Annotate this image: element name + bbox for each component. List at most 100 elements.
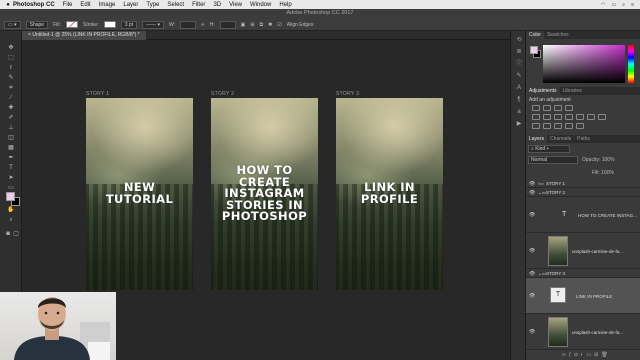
- link-layers-icon[interactable]: ∞: [562, 352, 569, 358]
- height-field[interactable]: [219, 20, 236, 29]
- posterize-icon[interactable]: [543, 123, 551, 129]
- menu-layer[interactable]: Layer: [123, 2, 138, 8]
- trash-icon[interactable]: 🗑: [601, 352, 610, 358]
- hue-slider[interactable]: [628, 45, 634, 83]
- fill-value[interactable]: 100%: [601, 170, 614, 176]
- color-picker-field[interactable]: [543, 45, 625, 83]
- path-align-icon[interactable]: ⊞: [250, 22, 254, 28]
- stroke-swatch[interactable]: [103, 21, 116, 28]
- path-ops-icon[interactable]: ▣: [241, 22, 246, 28]
- brightness-contrast-icon[interactable]: [532, 105, 540, 111]
- screen-mode-icon[interactable]: ▢: [12, 231, 20, 238]
- lasso-tool-icon[interactable]: ℓ: [7, 65, 15, 72]
- visibility-eye-icon[interactable]: 👁: [529, 293, 535, 299]
- visibility-eye-icon[interactable]: 👁: [529, 329, 535, 335]
- vibrance-icon[interactable]: [532, 114, 540, 120]
- blend-mode-select[interactable]: Normal: [528, 156, 578, 164]
- layer-name[interactable]: STORY 1: [546, 181, 565, 186]
- artboard-label-story-1[interactable]: STORY 1: [86, 91, 109, 97]
- menu-file[interactable]: File: [63, 2, 73, 8]
- quick-mask-icon[interactable]: ◙: [4, 231, 12, 238]
- artboard-label-story-2[interactable]: STORY 2: [211, 91, 234, 97]
- clone-stamp-tool-icon[interactable]: ⊥: [7, 125, 15, 132]
- visibility-eye-icon[interactable]: 👁: [529, 190, 535, 196]
- opacity-value[interactable]: 100%: [602, 157, 615, 163]
- menu-edit[interactable]: Edit: [80, 2, 90, 8]
- link-icon[interactable]: ∞: [201, 22, 205, 28]
- search-icon[interactable]: ⌕: [622, 2, 625, 8]
- layer-row[interactable]: 👁 ›▭ STORY 1: [526, 179, 640, 188]
- layer-name[interactable]: STORY 2: [546, 190, 565, 195]
- layer-filter-select[interactable]: ⌕ Kind ▾: [528, 145, 570, 153]
- gear-icon[interactable]: ✱: [268, 22, 272, 28]
- headline-text[interactable]: HOW TO CREATE INSTAGRAM STORIES IN PHOTO…: [211, 164, 318, 223]
- width-field[interactable]: [180, 20, 196, 29]
- tab-channels[interactable]: Channels: [547, 135, 574, 143]
- menu-window[interactable]: Window: [250, 2, 271, 8]
- properties-icon[interactable]: ≣: [515, 49, 523, 56]
- layer-row[interactable]: 👁 T HOW TO CREATE INSTAG...: [526, 197, 640, 233]
- paragraph-icon[interactable]: ¶: [515, 97, 523, 104]
- info-icon[interactable]: ⓘ: [515, 61, 523, 68]
- black-white-icon[interactable]: [565, 114, 573, 120]
- artboard-story-3[interactable]: LINK IN PROFILE: [336, 98, 443, 290]
- rectangle-tool-icon[interactable]: ▭: [7, 185, 15, 192]
- menu-list-icon[interactable]: ≡: [631, 2, 634, 8]
- hand-tool-icon[interactable]: ✋: [7, 207, 15, 214]
- move-tool-icon[interactable]: ✥: [7, 45, 15, 52]
- opacity-control[interactable]: Opacity: 100%: [582, 157, 615, 163]
- gradient-map-icon[interactable]: [565, 123, 573, 129]
- eraser-tool-icon[interactable]: ◫: [7, 135, 15, 142]
- color-balance-icon[interactable]: [554, 114, 562, 120]
- channel-mixer-icon[interactable]: [587, 114, 595, 120]
- menu-3d[interactable]: 3D: [213, 2, 221, 8]
- menu-view[interactable]: View: [229, 2, 242, 8]
- panel-foreground-swatch[interactable]: [530, 46, 538, 54]
- wifi-icon[interactable]: ◠: [601, 2, 605, 8]
- tab-swatches[interactable]: Swatches: [544, 31, 572, 39]
- app-menu[interactable]: Photoshop CC: [13, 2, 55, 8]
- headline-text[interactable]: NEW TUTORIAL: [86, 181, 193, 205]
- stroke-type-select[interactable]: —— ▾: [142, 20, 164, 29]
- tab-layers[interactable]: Layers: [526, 135, 548, 143]
- threshold-icon[interactable]: [554, 123, 562, 129]
- brushes-icon[interactable]: ✎: [515, 73, 523, 80]
- menu-select[interactable]: Select: [167, 2, 184, 8]
- photo-filter-icon[interactable]: [576, 114, 584, 120]
- layer-name[interactable]: LINK IN PROFILE: [576, 294, 612, 299]
- layer-row[interactable]: 👁 unsplash-carmine-de-fa...: [526, 314, 640, 350]
- menu-help[interactable]: Help: [279, 2, 291, 8]
- artboard-label-story-3[interactable]: STORY 3: [336, 91, 359, 97]
- fill-control[interactable]: Fill: 100%: [592, 170, 614, 176]
- crop-tool-icon[interactable]: ⌗: [7, 85, 15, 92]
- actions-icon[interactable]: ▶: [515, 121, 523, 128]
- hue-saturation-icon[interactable]: [543, 114, 551, 120]
- eyedropper-tool-icon[interactable]: ⁄: [7, 95, 15, 102]
- path-select-tool-icon[interactable]: ➤: [7, 175, 15, 182]
- layer-row[interactable]: 👁 unsplash-carmine-de-fa...: [526, 233, 640, 269]
- align-edges-checkbox[interactable]: ☑: [277, 22, 281, 28]
- headline-text[interactable]: LINK IN PROFILE: [336, 181, 443, 205]
- healing-brush-tool-icon[interactable]: ✚: [7, 105, 15, 112]
- invert-icon[interactable]: [532, 123, 540, 129]
- visibility-eye-icon[interactable]: 👁: [529, 248, 535, 254]
- foreground-color-swatch[interactable]: [6, 192, 15, 201]
- layer-row-selected[interactable]: 👁 T LINK IN PROFILE: [526, 278, 640, 314]
- group-icon[interactable]: ▭: [586, 352, 594, 358]
- character-icon[interactable]: A: [515, 85, 523, 92]
- path-arrange-icon[interactable]: ⧉: [260, 22, 264, 28]
- exposure-icon[interactable]: [565, 105, 573, 111]
- brush-tool-icon[interactable]: ✐: [7, 115, 15, 122]
- document-tab[interactable]: × Untitled-1 @ 25% (LINK IN PROFILE, RGB…: [22, 31, 146, 40]
- zoom-tool-icon[interactable]: ⌕: [7, 217, 15, 224]
- history-icon[interactable]: ⟲: [515, 37, 523, 44]
- layer-name[interactable]: STORY 3: [546, 271, 565, 276]
- levels-icon[interactable]: [543, 105, 551, 111]
- marquee-tool-icon[interactable]: ⬚: [7, 55, 15, 62]
- battery-icon[interactable]: ▭: [612, 2, 617, 8]
- artboard-story-2[interactable]: HOW TO CREATE INSTAGRAM STORIES IN PHOTO…: [211, 98, 318, 290]
- layer-row[interactable]: 👁 ⌄▭ STORY 2: [526, 188, 640, 197]
- artboard-story-1[interactable]: NEW TUTORIAL: [86, 98, 193, 290]
- layer-name[interactable]: unsplash-carmine-de-fa...: [572, 330, 623, 335]
- glyphs-icon[interactable]: a: [515, 109, 523, 116]
